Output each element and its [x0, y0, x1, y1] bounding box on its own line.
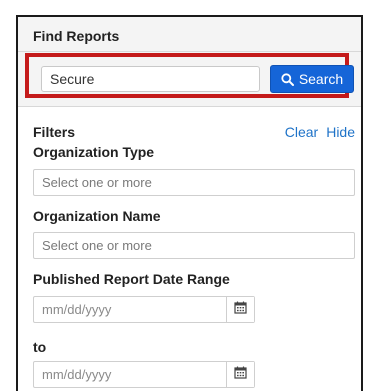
filters-title: Filters — [33, 124, 76, 140]
date-from-field — [33, 296, 255, 323]
search-icon — [281, 72, 294, 86]
clear-link[interactable]: Clear — [285, 124, 318, 140]
find-reports-title: Find Reports — [33, 28, 120, 44]
filters-panel: Filters Clear Hide Organization Type Sele… — [18, 107, 361, 391]
date-to-label: to — [33, 339, 47, 355]
filters-header: Filters Clear Hide — [33, 124, 355, 142]
organization-type-label: Organization Type — [33, 144, 155, 160]
search-button-label: Search — [298, 71, 344, 87]
divider — [18, 51, 361, 52]
calendar-icon — [234, 301, 247, 319]
organization-type-select[interactable]: Select one or more — [33, 169, 355, 196]
date-to-input[interactable] — [34, 362, 226, 387]
search-highlight-box: Search — [25, 53, 354, 98]
organization-name-label: Organization Name — [33, 208, 161, 224]
calendar-icon — [234, 366, 247, 384]
hide-link[interactable]: Hide — [326, 124, 355, 140]
find-reports-frame: Find Reports Search Filters ClearHide O — [16, 15, 363, 391]
organization-name-select[interactable]: Select one or more — [33, 232, 355, 259]
date-range-label: Published Report Date Range — [33, 271, 230, 287]
organization-name-placeholder: Select one or more — [42, 238, 152, 253]
search-input[interactable] — [41, 66, 260, 92]
filters-links: Clear Hide — [277, 124, 355, 140]
organization-type-placeholder: Select one or more — [42, 175, 152, 190]
date-to-field — [33, 361, 255, 388]
date-from-input[interactable] — [34, 297, 226, 322]
search-button[interactable]: Search — [270, 65, 354, 93]
find-reports-panel: Find Reports Search — [18, 17, 361, 107]
calendar-button-from[interactable] — [226, 297, 254, 322]
calendar-button-to[interactable] — [226, 362, 254, 387]
